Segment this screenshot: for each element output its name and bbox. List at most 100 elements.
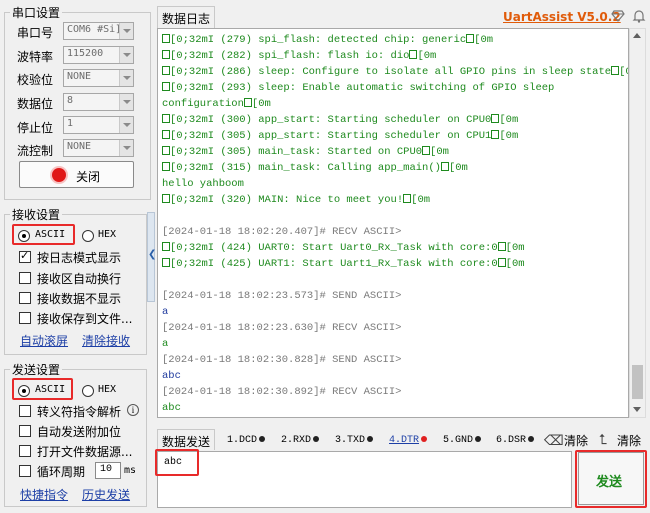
signal-txd[interactable]: 3.TXD — [335, 435, 374, 446]
log-line: a — [162, 306, 169, 318]
port-select[interactable]: COM6 #Si] — [63, 22, 134, 40]
chevron-left-icon: ❮ — [148, 249, 157, 260]
close-port-button[interactable]: 关闭 — [19, 161, 134, 188]
log-scrollbar[interactable] — [629, 28, 646, 418]
signal-rxd[interactable]: 2.RXD — [281, 435, 320, 446]
brand-title[interactable]: UartAssist V5.0.2 — [503, 10, 621, 24]
databits-select[interactable]: 8 — [63, 93, 134, 111]
receive-settings-title: 接收设置 — [10, 206, 63, 223]
log-line: abc — [162, 402, 181, 414]
log-line: [2024-01-18 18:02:30.828]# SEND ASCII> — [162, 354, 402, 366]
baud-value: 115200 — [67, 48, 104, 59]
chevron-down-icon — [119, 94, 133, 110]
save-to-file-label: 接收保存到文件... — [37, 312, 133, 326]
log-line: [2024-01-18 18:02:20.407]# RECV ASCII> — [162, 226, 402, 238]
chevron-down-icon — [119, 23, 133, 39]
flow-select[interactable]: NONE — [63, 139, 134, 157]
log-line: [0;32mI (424) UART0: Start Uart0_Rx_Task… — [162, 241, 525, 255]
bell-icon[interactable] — [632, 9, 646, 23]
send-input-highlight — [155, 449, 199, 476]
log-line: [0;32mI (305) app_start: Starting schedu… — [162, 129, 518, 143]
hide-recv-checkbox[interactable] — [19, 292, 31, 304]
send-hex-radio[interactable] — [82, 385, 94, 397]
save-to-file-checkbox[interactable] — [19, 312, 31, 324]
log-line: [0;32mI (293) sleep: Enable automatic sw… — [162, 81, 554, 95]
clear-send-label: 清除 — [617, 434, 642, 448]
log-line: [2024-01-18 18:02:23.630]# RECV ASCII> — [162, 322, 402, 334]
chevron-down-icon — [119, 140, 133, 156]
receive-log-area[interactable]: [0;32mI (279) spi_flash: detected chip: … — [157, 28, 629, 418]
stopbits-select[interactable]: 1 — [63, 116, 134, 134]
flow-value: NONE — [67, 141, 92, 152]
file-source-checkbox[interactable] — [19, 445, 31, 457]
parity-value: NONE — [67, 71, 92, 82]
power-icon — [52, 168, 66, 182]
auto-scroll-link[interactable]: 自动滚屏 — [20, 332, 68, 349]
panel-collapse-handle[interactable]: ❮ — [147, 212, 157, 302]
recv-hex-radio[interactable] — [82, 230, 94, 242]
log-line: [0;32mI (286) sleep: Configure to isolat… — [162, 65, 628, 79]
port-value: COM6 #Si] — [67, 24, 122, 35]
signal-dtr[interactable]: 4.DTR — [389, 435, 428, 446]
signal-dcd[interactable]: 1.DCD — [227, 435, 266, 446]
databits-value: 8 — [67, 95, 74, 106]
databits-label: 数据位 — [17, 97, 54, 111]
baud-label: 波特率 — [17, 50, 54, 64]
stopbits-label: 停止位 — [17, 121, 54, 135]
log-line: hello yahboom — [162, 178, 244, 190]
log-mode-checkbox[interactable] — [19, 249, 31, 263]
scroll-down-arrow[interactable] — [633, 407, 641, 412]
signal-dsr[interactable]: 6.DSR — [496, 435, 535, 446]
file-source-label: 打开文件数据源... — [37, 445, 133, 459]
chevron-down-icon — [119, 47, 133, 63]
send-settings-title: 发送设置 — [10, 361, 63, 378]
log-line: configuration [0m — [162, 98, 271, 110]
serial-settings-title: 串口设置 — [10, 4, 63, 21]
log-line: a — [162, 338, 169, 350]
recv-hex-label: HEX — [98, 229, 117, 240]
auto-append-checkbox[interactable] — [19, 425, 31, 437]
tab-data-log[interactable]: 数据日志 — [157, 6, 216, 28]
signal-gnd[interactable]: 5.GND — [443, 435, 482, 446]
parity-label: 校验位 — [17, 73, 54, 87]
flow-label: 流控制 — [17, 144, 54, 158]
escape-parse-label: 转义符指令解析 — [37, 405, 122, 419]
port-label: 串口号 — [17, 26, 54, 40]
log-line: [0;32mI (279) spi_flash: detected chip: … — [162, 33, 493, 47]
parity-select[interactable]: NONE — [63, 69, 134, 87]
send-input-area[interactable]: abc — [157, 451, 572, 508]
history-link[interactable]: 历史发送 — [82, 486, 130, 503]
eraser-icon: ⌫ — [544, 433, 564, 449]
loop-period-checkbox[interactable] — [19, 465, 31, 477]
escape-parse-checkbox[interactable] — [19, 405, 31, 417]
period-unit: ms — [124, 465, 137, 476]
auto-append-label: 自动发送附加位 — [37, 425, 122, 439]
auto-wrap-checkbox[interactable] — [19, 272, 31, 284]
clear-recv-link[interactable]: 清除接收 — [82, 332, 130, 349]
tab-send-data[interactable]: 数据发送 — [157, 429, 216, 450]
log-line: [2024-01-18 18:02:23.573]# SEND ASCII> — [162, 290, 402, 302]
auto-wrap-label: 接收区自动换行 — [37, 272, 122, 286]
baud-select[interactable]: 115200 — [63, 46, 134, 64]
shortcut-link[interactable]: 快捷指令 — [20, 486, 68, 503]
log-line: [0;32mI (300) app_start: Starting schedu… — [162, 113, 518, 127]
log-line: [0;32mI (320) MAIN: Nice to meet you! [0m — [162, 193, 430, 207]
log-line: [0;32mI (305) main_task: Started on CPU0… — [162, 145, 449, 159]
info-icon[interactable]: i — [127, 404, 139, 416]
send-hex-label: HEX — [98, 384, 117, 395]
chevron-down-icon — [119, 117, 133, 133]
send-ascii-highlight — [12, 378, 73, 400]
loop-period-label: 循环周期 — [37, 465, 86, 479]
log-line: [0;32mI (282) spi_flash: flash io: dio [0… — [162, 49, 436, 63]
scroll-up-arrow[interactable] — [633, 33, 641, 38]
diamond-icon[interactable] — [611, 10, 625, 22]
close-port-label: 关闭 — [76, 170, 101, 184]
period-input[interactable]: 10 — [95, 462, 121, 479]
scroll-thumb[interactable] — [632, 365, 643, 399]
hide-recv-label: 接收数据不显示 — [37, 292, 122, 306]
log-mode-label: 按日志模式显示 — [37, 251, 122, 265]
clear-log-label: 清除 — [564, 434, 589, 448]
log-line: [0;32mI (425) UART1: Start Uart1_Rx_Task… — [162, 257, 525, 271]
chevron-down-icon — [119, 70, 133, 86]
log-line: [0;32mI (315) main_task: Calling app_mai… — [162, 161, 468, 175]
